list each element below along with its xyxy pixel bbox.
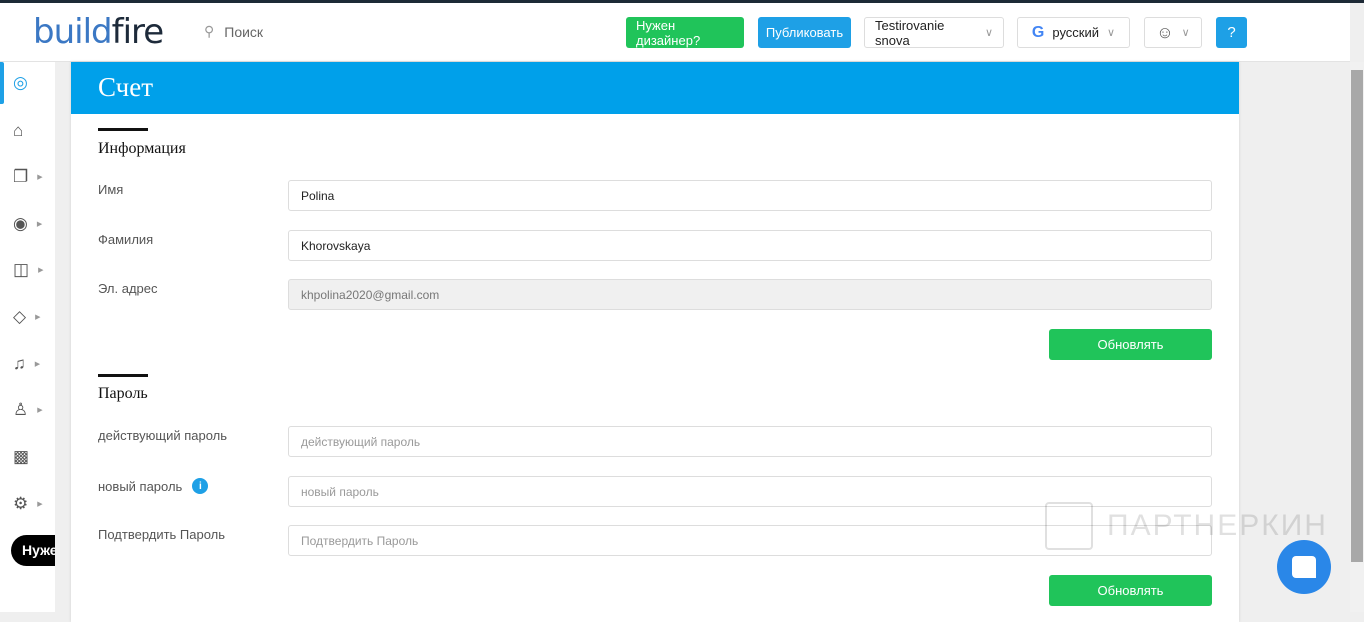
sidebar-home-icon[interactable]: ⌂ [13, 119, 49, 143]
sidebar-tag-icon[interactable]: ◇ ▶ [13, 305, 49, 329]
search-icon: ⚲ [204, 23, 215, 39]
last-name-label: Фамилия [98, 232, 154, 247]
new-password-label: новый пароль i [98, 478, 209, 494]
chevron-down-icon: ∨ [1181, 27, 1190, 39]
search-input[interactable]: Поиск [224, 24, 263, 40]
email-label: Эл. адрес [98, 281, 158, 296]
sidebar-analytics-icon[interactable]: ▩ [13, 445, 49, 469]
active-indicator [0, 62, 4, 104]
chat-icon [1292, 556, 1316, 578]
current-password-label: действующий пароль [98, 428, 228, 443]
scrollbar-thumb[interactable] [1351, 70, 1363, 562]
section-divider [98, 128, 148, 131]
confirm-password-label: Подтвердить Пароль [98, 527, 226, 542]
first-name-field[interactable] [288, 180, 1212, 211]
sidebar-palette-icon[interactable]: ◉ ▶ [13, 212, 49, 236]
help-button[interactable]: ? [1216, 17, 1247, 48]
sidebar-bell-icon[interactable]: ♫ ▶ [13, 352, 49, 376]
section-divider [98, 374, 148, 377]
watermark-logo-icon [1045, 502, 1093, 550]
email-field [288, 279, 1212, 310]
first-name-label: Имя [98, 182, 124, 197]
chevron-down-icon: ∨ [984, 27, 993, 39]
page-title: Счет [71, 62, 1239, 114]
app-select[interactable]: Testirovanie snova ∨ [864, 17, 1004, 48]
last-name-field[interactable] [288, 230, 1212, 261]
sidebar-settings-icon[interactable]: ⚙ ▶ [13, 492, 49, 516]
user-menu[interactable]: ☺ ∨ [1144, 17, 1202, 48]
sidebar-pages-icon[interactable]: ❐ ▶ [13, 165, 49, 189]
publish-button[interactable]: Публиковать [758, 17, 851, 48]
chat-button[interactable] [1277, 540, 1331, 594]
top-header: buildfire ⚲ Поиск Нужен дизайнер? Публико… [0, 3, 1350, 62]
update-info-button[interactable]: Обновлять [1049, 329, 1212, 360]
buildfire-logo[interactable]: buildfire [33, 12, 164, 52]
sidebar-lock-icon[interactable]: ◫ ▶ [13, 258, 49, 282]
sidebar-user-icon[interactable]: ♙ ▶ [13, 398, 49, 422]
info-icon[interactable]: i [192, 478, 209, 494]
search[interactable]: ⚲ Поиск [204, 23, 263, 40]
chevron-down-icon: ∨ [1107, 27, 1116, 39]
need-designer-pill[interactable]: Нужен [11, 535, 55, 566]
watermark: ПАРТНЕРКИН [1045, 502, 1328, 550]
google-icon: G [1031, 23, 1045, 41]
update-password-button[interactable]: Обновлять [1049, 575, 1212, 606]
user-circle-icon: ☺ [1156, 22, 1174, 42]
help-icon: ? [1227, 24, 1236, 41]
need-designer-button[interactable]: Нужен дизайнер? [626, 17, 744, 48]
sidebar-support-icon[interactable]: ◎ [13, 71, 49, 95]
language-select[interactable]: Gрусский ∨ [1017, 17, 1130, 48]
sidebar [0, 62, 55, 612]
info-section-title: Информация [98, 140, 186, 157]
password-section-title: Пароль [98, 385, 148, 402]
current-password-field[interactable] [288, 426, 1212, 457]
